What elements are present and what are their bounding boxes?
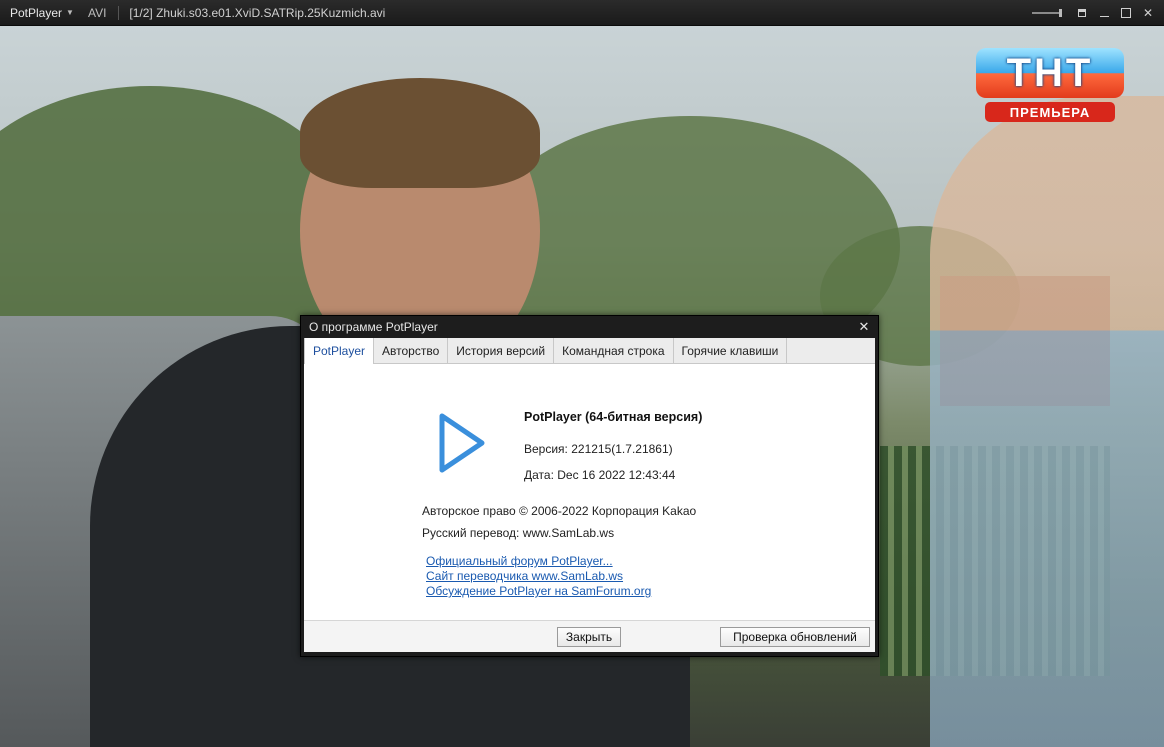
tab-bar: PotPlayer Авторство История версий Коман… xyxy=(304,338,875,364)
translation-credit: Русский перевод: www.SamLab.ws xyxy=(422,526,615,540)
dialog-title: О программе PotPlayer xyxy=(309,320,438,334)
dialog-title-bar[interactable]: О программе PotPlayer ✕ xyxy=(301,316,878,338)
file-title: [1/2] Zhuki.s03.e01.XviD.SATRip.25Kuzmic… xyxy=(129,5,386,20)
minimize-icon[interactable] xyxy=(1094,3,1114,23)
close-icon[interactable]: ✕ xyxy=(1138,3,1158,23)
tab-version-history[interactable]: История версий xyxy=(448,338,555,363)
dialog-close-icon[interactable]: ✕ xyxy=(856,319,872,335)
app-title: PotPlayer (64-битная версия) xyxy=(524,410,703,424)
tab-potplayer[interactable]: PotPlayer xyxy=(304,338,375,364)
link-translator-site[interactable]: Сайт переводчика www.SamLab.ws xyxy=(426,569,651,584)
title-separator xyxy=(118,5,120,20)
person-hair xyxy=(300,78,540,188)
copyright-text: Авторское право © 2006-2022 Корпорация K… xyxy=(422,504,697,518)
version-text: Версия: 221215(1.7.21861) xyxy=(524,442,673,456)
about-dialog: О программе PotPlayer ✕ PotPlayer Авторс… xyxy=(300,315,879,657)
app-name: PotPlayer xyxy=(10,5,63,20)
link-official-forum[interactable]: Официальный форум PotPlayer... xyxy=(426,554,651,569)
tab-hotkeys[interactable]: Горячие клавиши xyxy=(673,338,788,363)
tv-channel-logo: ТНТ ПРЕМЬЕРА xyxy=(976,48,1124,124)
tab-authorship[interactable]: Авторство xyxy=(374,338,449,363)
links-list: Официальный форум PotPlayer... Сайт пере… xyxy=(426,554,651,599)
about-content: PotPlayer (64-битная версия) Версия: 221… xyxy=(304,364,875,620)
title-bar: PotPlayer ▼ AVI [1/2] Zhuki.s03.e01.XviD… xyxy=(0,0,1164,26)
logo-subtext: ПРЕМЬЕРА xyxy=(985,102,1115,122)
logo-main: ТНТ xyxy=(976,48,1124,98)
close-button[interactable]: Закрыть xyxy=(557,627,621,647)
maximize-icon[interactable] xyxy=(1116,3,1136,23)
format-label: AVI xyxy=(87,5,107,20)
menu-caret-icon: ▼ xyxy=(66,8,74,17)
check-updates-button[interactable]: Проверка обновлений xyxy=(720,627,870,647)
play-logo-icon xyxy=(439,413,485,473)
build-date-text: Дата: Dec 16 2022 12:43:44 xyxy=(524,468,676,482)
person-right-blurred xyxy=(930,96,1164,747)
dialog-body: PotPlayer Авторство История версий Коман… xyxy=(304,338,875,652)
pin-icon[interactable] xyxy=(1072,3,1092,23)
tab-command-line[interactable]: Командная строка xyxy=(554,338,674,363)
opacity-slider[interactable] xyxy=(1032,9,1062,17)
dialog-footer: Закрыть Проверка обновлений xyxy=(304,620,875,652)
window-controls: ✕ xyxy=(1032,0,1158,26)
link-samforum-discussion[interactable]: Обсуждение PotPlayer на SamForum.org xyxy=(426,584,651,599)
app-menu-button[interactable]: PotPlayer ▼ xyxy=(0,6,74,20)
